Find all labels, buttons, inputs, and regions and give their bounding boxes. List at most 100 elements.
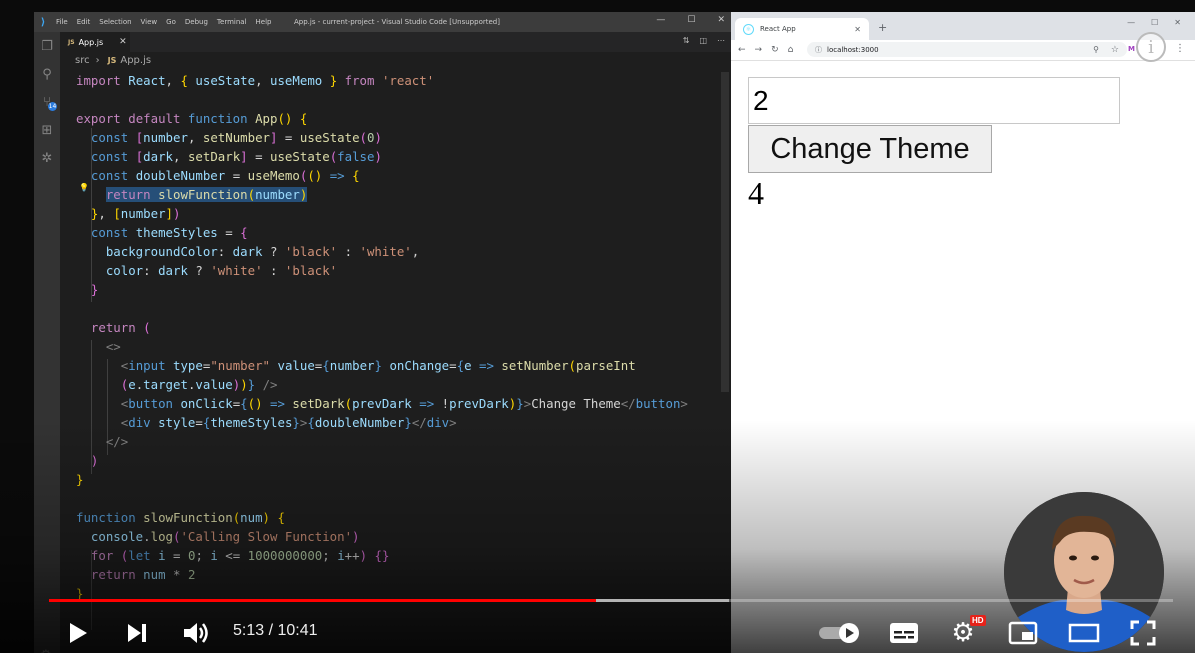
more-actions-icon[interactable]: ⋯ (717, 36, 725, 45)
code-line: color: dark ? 'white' : 'black' (105, 263, 338, 278)
close-icon[interactable]: ✕ (717, 15, 725, 25)
breadcrumb-chevron-icon: › (95, 54, 100, 66)
maximize-icon[interactable]: ☐ (1151, 18, 1158, 27)
explorer-icon[interactable]: ❐ (34, 32, 60, 60)
vscode-window-title: App.js - current-project - Visual Studio… (294, 18, 500, 26)
tab-close-icon[interactable]: ✕ (119, 37, 127, 47)
minimize-icon[interactable]: — (656, 15, 665, 25)
code-editor[interactable]: 💡 import React, { useState, useMemo } fr… (60, 71, 720, 631)
code-line: (e.target.value))} /> (120, 377, 278, 392)
tab-app-js[interactable]: JS App.js ✕ (60, 32, 130, 52)
activity-bar: ❐ ⚲ ⑂14 ⊞ ✲ ⚙ (34, 32, 60, 653)
code-line: console.log('Calling Slow Function') (90, 529, 360, 544)
menu-item-edit[interactable]: Edit (77, 18, 91, 26)
menu-item-help[interactable]: Help (256, 18, 272, 26)
code-line: <button onClick={() => setDark(prevDark … (120, 396, 688, 411)
next-icon[interactable] (124, 619, 150, 647)
code-line: return ( (90, 320, 151, 335)
code-line: } (90, 282, 99, 297)
react-favicon-icon: ⚛ (743, 23, 754, 35)
manage-gear-icon[interactable]: ⚙ (40, 648, 52, 653)
vscode-titlebar: ⟩ File Edit Selection View Go Debug Terminal He… (34, 12, 731, 32)
code-line: const themeStyles = { (90, 225, 248, 240)
vscode-menubar: File Edit Selection View Go Debug Terminal Help (56, 18, 271, 26)
code-line: <input type="number" value={number} onCh… (120, 358, 636, 373)
code-line: return num * 2 (90, 567, 196, 582)
breadcrumb-folder[interactable]: src (75, 55, 90, 66)
maximize-icon[interactable]: ☐ (687, 15, 695, 25)
progress-bar[interactable] (49, 599, 1173, 602)
progress-played (49, 599, 597, 602)
editor-actions: ⇅ ◫ ⋯ (683, 36, 725, 45)
minimize-icon[interactable]: — (1127, 18, 1135, 27)
code-line: <div style={themeStyles}>{doubleNumber}<… (120, 415, 457, 430)
editor-tabs: JS App.js ✕ ⇅ ◫ ⋯ (60, 32, 731, 52)
extension-icon[interactable]: M (1128, 45, 1135, 53)
code-line: const [number, setNumber] = useState(0) (90, 130, 382, 145)
extensions-icon[interactable]: ⊞ (34, 116, 60, 144)
menu-item-debug[interactable]: Debug (185, 18, 208, 26)
fullscreen-icon[interactable] (1127, 618, 1159, 648)
breadcrumb: src › JS App.js (60, 52, 731, 68)
js-file-icon: JS (107, 55, 117, 65)
miniplayer-icon[interactable] (1006, 619, 1040, 647)
video-frame-left (0, 0, 34, 653)
code-line: function slowFunction(num) { (76, 510, 285, 525)
video-info-icon[interactable]: i (1136, 32, 1166, 62)
menu-item-selection[interactable]: Selection (99, 18, 131, 26)
browser-window-controls: — ☐ ✕ (1127, 18, 1181, 27)
debug-icon[interactable]: ✲ (34, 144, 60, 172)
source-control-icon[interactable]: ⑂ 14 (34, 88, 60, 116)
browser-tab-react-app[interactable]: ⚛ React App ✕ (735, 18, 869, 40)
zoom-icon[interactable]: ⚲ (1093, 45, 1099, 54)
vscode-logo-icon: ⟩ (40, 16, 46, 28)
back-icon[interactable]: ← (738, 45, 746, 55)
js-file-icon: JS (68, 38, 75, 46)
double-number-output: 4 (748, 175, 764, 211)
address-bar[interactable]: ⓘ localhost:3000 ⚲ ☆ (807, 42, 1127, 57)
subtitles-icon[interactable] (887, 620, 921, 646)
time-display: 5:13 / 10:41 (233, 622, 318, 639)
url-text: localhost:3000 (827, 45, 879, 54)
hd-badge: HD (970, 615, 986, 626)
editor-scrollbar[interactable] (721, 72, 729, 392)
volume-icon[interactable] (181, 619, 211, 647)
bookmark-star-icon[interactable]: ☆ (1111, 45, 1119, 55)
menu-item-go[interactable]: Go (166, 18, 176, 26)
scm-badge: 14 (48, 102, 57, 111)
play-icon[interactable] (64, 619, 92, 647)
vscode-window: ⟩ File Edit Selection View Go Debug Terminal He… (34, 12, 731, 653)
code-line: const [dark, setDark] = useState(false) (90, 149, 382, 164)
site-info-icon[interactable]: ⓘ (815, 45, 822, 55)
code-line: import React, { useState, useMemo } from… (76, 73, 435, 88)
split-editor-icon[interactable]: ◫ (699, 36, 707, 45)
browser-toolbar: ← → ↻ ⌂ ⓘ localhost:3000 ⚲ ☆ M ⋮ (731, 40, 1195, 61)
vscode-window-controls: — ☐ ✕ (656, 15, 725, 25)
code-line: } (76, 472, 84, 487)
code-line: const doubleNumber = useMemo(() => { (90, 168, 360, 183)
menu-item-terminal[interactable]: Terminal (217, 18, 247, 26)
browser-tab-close-icon[interactable]: ✕ (854, 25, 861, 34)
video-frame-top (34, 0, 1195, 12)
browser-nav: ← → ↻ ⌂ (738, 45, 793, 55)
code-line: for (let i = 0; i <= 1000000000; i++) {} (90, 548, 390, 563)
menu-item-file[interactable]: File (56, 18, 68, 26)
theater-icon[interactable] (1066, 619, 1102, 647)
tab-label: App.js (78, 37, 104, 47)
menu-item-view[interactable]: View (141, 18, 158, 26)
search-icon[interactable]: ⚲ (34, 60, 60, 88)
reload-icon[interactable]: ↻ (771, 45, 779, 55)
compare-icon[interactable]: ⇅ (683, 36, 690, 45)
code-line-selected: return slowFunction(number) (105, 187, 308, 202)
home-icon[interactable]: ⌂ (788, 45, 794, 55)
code-line: </> (105, 434, 129, 449)
browser-menu-icon[interactable]: ⋮ (1175, 43, 1185, 54)
breadcrumb-file[interactable]: App.js (120, 55, 151, 66)
change-theme-button[interactable]: Change Theme (748, 125, 992, 173)
close-icon[interactable]: ✕ (1174, 18, 1181, 27)
code-line: <> (105, 339, 121, 354)
number-input[interactable]: 2 (748, 77, 1120, 124)
forward-icon[interactable]: → (755, 45, 763, 55)
autoplay-toggle-icon[interactable] (818, 622, 862, 644)
new-tab-icon[interactable]: + (878, 21, 887, 34)
